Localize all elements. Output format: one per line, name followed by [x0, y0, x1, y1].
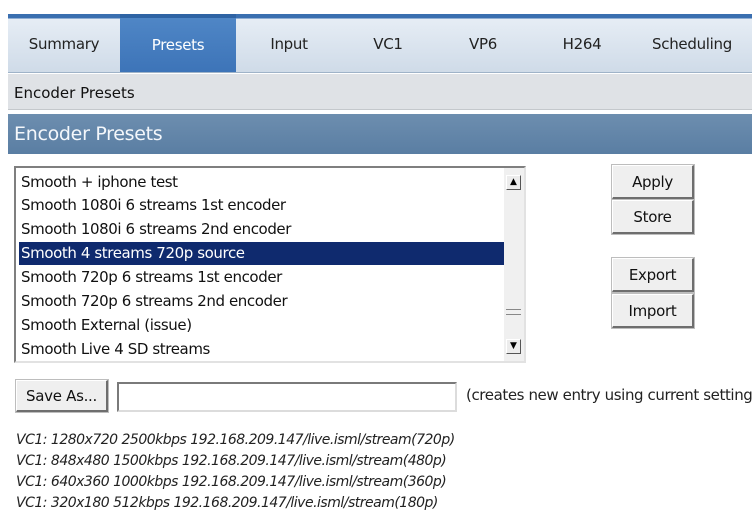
tab-bar: Summary Presets Input VC1 VP6 H264 Sched…: [8, 14, 752, 73]
list-item[interactable]: Smooth External (issue): [19, 314, 505, 337]
scroll-up-icon[interactable]: ▲: [506, 175, 521, 190]
tab-summary[interactable]: Summary: [8, 14, 120, 72]
summary-line: VC1: 848x480 1500kbps 192.168.209.147/li…: [16, 453, 447, 469]
list-item[interactable]: Smooth 1080i 6 streams 2nd encoder: [19, 218, 505, 241]
tab-vp6[interactable]: VP6: [434, 14, 532, 72]
save-as-input[interactable]: [117, 382, 457, 412]
summary-line: VC1: 320x180 512kbps 192.168.209.147/liv…: [16, 495, 438, 511]
tab-vc1[interactable]: VC1: [342, 14, 434, 72]
list-item[interactable]: Smooth Live 4 SD streams: [19, 338, 505, 361]
import-button[interactable]: Import: [612, 294, 694, 328]
apply-button[interactable]: Apply: [612, 165, 694, 199]
summary-line: VC1: 1280x720 2500kbps 192.168.209.147/l…: [16, 432, 455, 448]
export-button[interactable]: Export: [612, 258, 694, 292]
list-scrollbar[interactable]: ▲ ▼: [504, 168, 524, 361]
tab-h264[interactable]: H264: [532, 14, 632, 72]
top-margin: [0, 0, 752, 14]
list-item-selected[interactable]: Smooth 4 streams 720p source: [19, 242, 505, 265]
save-as-hint: (creates new entry using current setting…: [466, 386, 752, 404]
scroll-thumb[interactable]: [506, 309, 521, 315]
summary-line: VC1: 640x360 1000kbps 192.168.209.147/li…: [16, 474, 447, 490]
preset-list[interactable]: Smooth + iphone test Smooth 1080i 6 stre…: [14, 166, 526, 363]
save-as-button[interactable]: Save As...: [16, 380, 108, 412]
list-item[interactable]: Smooth 1080i 6 streams 1st encoder: [19, 194, 505, 217]
tab-presets[interactable]: Presets: [120, 14, 236, 72]
list-item[interactable]: Smooth 720p 6 streams 2nd encoder: [19, 290, 505, 313]
list-item[interactable]: Smooth + iphone test: [19, 171, 505, 194]
list-item[interactable]: Smooth 720p 6 streams 1st encoder: [19, 266, 505, 289]
store-button[interactable]: Store: [612, 200, 694, 234]
breadcrumb: Encoder Presets: [8, 74, 752, 110]
section-title: Encoder Presets: [8, 114, 752, 154]
tab-scheduling[interactable]: Scheduling: [632, 14, 752, 72]
scroll-down-icon[interactable]: ▼: [506, 339, 521, 354]
tab-input[interactable]: Input: [236, 14, 342, 72]
